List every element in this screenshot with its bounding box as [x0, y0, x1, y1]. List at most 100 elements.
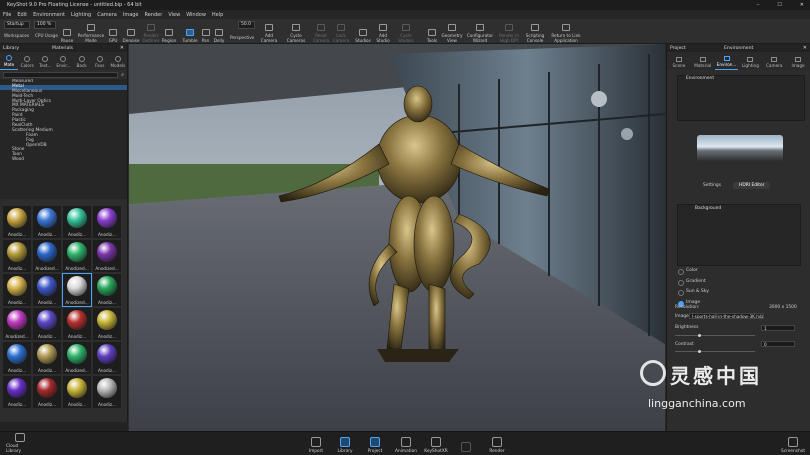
- material-thumbnail[interactable]: Anodiz...: [3, 376, 31, 408]
- studios-button[interactable]: Studios: [354, 20, 372, 43]
- render-viewport[interactable]: [129, 44, 665, 431]
- bottom-button[interactable]: Project: [364, 433, 386, 455]
- subtab-scene[interactable]: Scene: [667, 52, 691, 70]
- settings-tab[interactable]: Settings: [697, 182, 727, 189]
- material-thumbnail[interactable]: Anodiz...: [33, 274, 61, 306]
- menu-lighting[interactable]: Lighting: [71, 12, 91, 18]
- cpu-usage-select[interactable]: 100 %: [34, 21, 56, 29]
- material-thumbnail[interactable]: Anodiz...: [3, 206, 31, 238]
- library-search-input[interactable]: [3, 71, 119, 78]
- subtab-image[interactable]: Image: [786, 52, 810, 70]
- material-thumbnail[interactable]: Anodiz...: [93, 342, 121, 374]
- bottom-button[interactable]: Render: [486, 433, 508, 455]
- materials-tab[interactable]: Materials: [52, 46, 73, 51]
- render-outlines-button[interactable]: Render Outlines: [142, 20, 160, 43]
- material-thumbnail[interactable]: Anodized...: [3, 308, 31, 340]
- menu-environment[interactable]: Environment: [33, 12, 65, 18]
- hdri-preview[interactable]: [697, 135, 783, 161]
- menu-file[interactable]: File: [3, 12, 11, 18]
- material-thumbnail[interactable]: Anodized...: [33, 240, 61, 272]
- menu-render[interactable]: Render: [145, 12, 163, 18]
- screenshot-button[interactable]: Screenshot: [780, 433, 806, 455]
- contrast-slider-handle[interactable]: [697, 349, 701, 353]
- hdri-editor-tab[interactable]: HDRI Editor: [733, 182, 771, 189]
- option-sun-sky[interactable]: Sun & Sky: [677, 287, 801, 298]
- region-button[interactable]: Region: [161, 20, 177, 43]
- category-backplates[interactable]: Back: [73, 52, 91, 70]
- material-thumbnail[interactable]: Anodiz...: [93, 376, 121, 408]
- material-thumbnail[interactable]: Anodiz...: [33, 308, 61, 340]
- menu-help[interactable]: Help: [212, 12, 223, 18]
- environment-list-item[interactable]: Environment: [678, 76, 804, 82]
- add-studio-button[interactable]: Add Studio: [374, 20, 392, 43]
- lock-camera-button[interactable]: Lock Camera: [332, 20, 350, 43]
- denoise-button[interactable]: Denoise: [121, 20, 141, 43]
- brightness-slider-handle[interactable]: [697, 333, 701, 337]
- dolly-button[interactable]: Dolly: [212, 20, 226, 43]
- cloud-library-button[interactable]: Cloud Library: [6, 433, 34, 455]
- brightness-input[interactable]: 1: [761, 325, 795, 331]
- material-thumbnail[interactable]: Anodiz...: [33, 206, 61, 238]
- bottom-button[interactable]: Animation: [395, 433, 417, 455]
- pan-button[interactable]: Pan: [200, 20, 211, 43]
- material-thumbnail[interactable]: Anodiz...: [93, 308, 121, 340]
- configurator-wizard-button[interactable]: Configurator Wizard: [466, 20, 494, 43]
- tree-item[interactable]: Wood: [0, 157, 127, 163]
- subtab-environment[interactable]: Environ...: [714, 52, 739, 70]
- subtab-camera[interactable]: Camera: [762, 52, 786, 70]
- bottom-button[interactable]: Import: [305, 433, 327, 455]
- brightness-slider[interactable]: [675, 333, 755, 337]
- category-textures[interactable]: Text...: [36, 52, 54, 70]
- bottom-button[interactable]: KeyShotXR: [424, 433, 448, 455]
- library-tab[interactable]: Library: [0, 46, 19, 51]
- render-high-dpi-button[interactable]: Render in High DPI: [497, 20, 521, 43]
- menu-image[interactable]: Image: [123, 12, 139, 18]
- return-to-link-button[interactable]: Return to Link Application: [548, 20, 584, 43]
- material-thumbnail[interactable]: Anodiz...: [63, 308, 91, 340]
- material-thumbnail[interactable]: Anodized...: [93, 240, 121, 272]
- workspace-select[interactable]: Startup: [4, 21, 30, 29]
- subtab-material[interactable]: Material: [691, 52, 715, 70]
- maximize-button[interactable]: ☐: [777, 2, 781, 8]
- subtab-lighting[interactable]: Lighting: [738, 52, 762, 70]
- category-colors[interactable]: Colors: [18, 52, 36, 70]
- category-materials[interactable]: Mate: [0, 52, 19, 70]
- cycle-cameras-button[interactable]: Cycle Cameras: [284, 20, 308, 43]
- material-thumbnail[interactable]: Anodiz...: [3, 342, 31, 374]
- menu-edit[interactable]: Edit: [17, 12, 27, 18]
- background-list-item[interactable]: Background: [678, 205, 800, 212]
- material-thumbnail[interactable]: Anodiz...: [3, 274, 31, 306]
- scripting-console-button[interactable]: Scripting Console: [524, 20, 546, 43]
- perspective-label[interactable]: Perspective: [230, 35, 254, 40]
- close-panel-icon[interactable]: ✕: [803, 45, 807, 51]
- tools-button[interactable]: Tools: [425, 20, 439, 43]
- material-thumbnail[interactable]: Anodiz...: [93, 206, 121, 238]
- option-gradient[interactable]: Gradient: [677, 277, 801, 288]
- material-thumbnail[interactable]: Anodiz...: [33, 342, 61, 374]
- menu-view[interactable]: View: [168, 12, 180, 18]
- add-camera-button[interactable]: Add Camera: [259, 20, 279, 43]
- material-thumbnail[interactable]: Anodiz...: [93, 274, 121, 306]
- performance-mode-button[interactable]: Performance Mode: [76, 20, 106, 43]
- image-path-field[interactable]: l-sports-hall-in-the-shadow-3K.hdz: [689, 313, 764, 319]
- material-thumbnail[interactable]: Anodiz...: [33, 376, 61, 408]
- minimize-button[interactable]: –: [757, 2, 760, 8]
- material-thumbnail[interactable]: Anodized...: [63, 240, 91, 272]
- pause-button[interactable]: Pause: [60, 20, 74, 43]
- material-thumbnail[interactable]: Anodized...: [63, 342, 91, 374]
- close-button[interactable]: ✕: [800, 2, 804, 8]
- field-of-view-input[interactable]: 50.0: [238, 21, 255, 29]
- category-favorites[interactable]: Favs: [91, 52, 109, 70]
- material-thumbnail[interactable]: Anodiz...: [3, 240, 31, 272]
- tumble-button[interactable]: Tumble: [181, 20, 199, 43]
- material-thumbnail[interactable]: Anodiz...: [63, 206, 91, 238]
- bottom-button[interactable]: Library: [334, 433, 356, 455]
- contrast-input[interactable]: 0: [761, 341, 795, 347]
- material-thumbnail[interactable]: Anodized...: [62, 273, 92, 307]
- reset-camera-button[interactable]: Reset Camera: [312, 20, 330, 43]
- category-models[interactable]: Models: [109, 52, 127, 70]
- bottom-button[interactable]: [455, 433, 477, 455]
- menu-camera[interactable]: Camera: [97, 12, 117, 18]
- gpu-button[interactable]: GPU: [107, 20, 119, 43]
- project-tab[interactable]: Project: [667, 46, 686, 51]
